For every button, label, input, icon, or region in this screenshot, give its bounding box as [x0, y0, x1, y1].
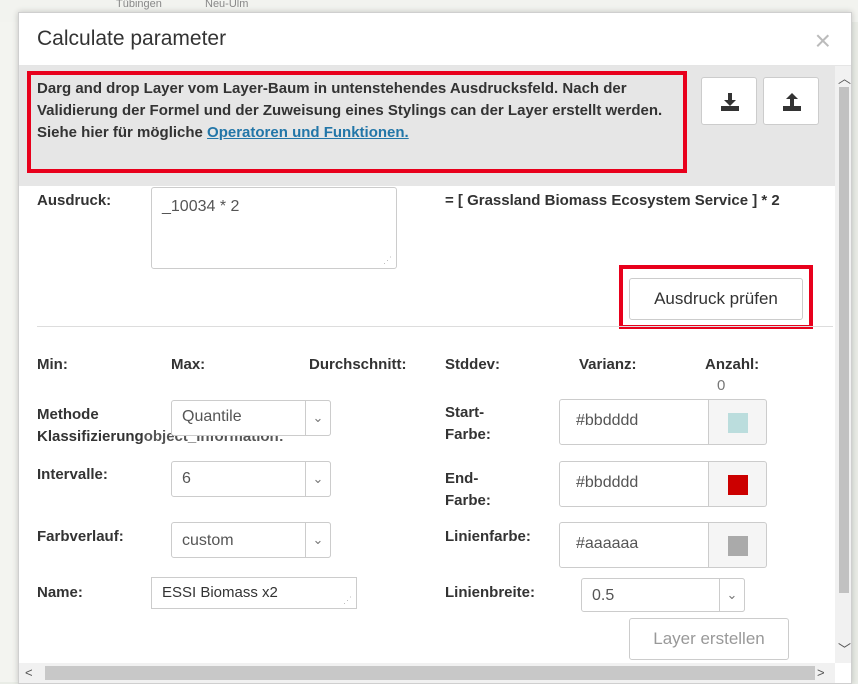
- line-color-label: Linienfarbe:: [445, 528, 531, 545]
- download-icon: [721, 93, 739, 111]
- end-color-label-2: Farbe:: [445, 492, 491, 509]
- end-color-input[interactable]: #bbdddd: [559, 461, 709, 507]
- chevron-down-icon[interactable]: ⌄: [719, 578, 745, 612]
- resize-handle[interactable]: ⋰: [383, 255, 392, 266]
- count-value: 0: [717, 377, 726, 394]
- min-label: Min:: [37, 356, 68, 373]
- method-label-2: Klassifizierung: [37, 428, 144, 445]
- average-label: Durchschnitt:: [309, 356, 407, 373]
- download-button[interactable]: [701, 77, 757, 125]
- dialog-title: Calculate parameter: [37, 27, 227, 50]
- horizontal-scrollbar-thumb[interactable]: [45, 666, 815, 680]
- end-color-swatch: [728, 475, 748, 495]
- chevron-down-icon[interactable]: ⌄: [305, 522, 331, 558]
- start-color-value: #bbdddd: [576, 412, 639, 429]
- expression-input[interactable]: _10034 * 2 ⋰: [151, 187, 397, 269]
- scroll-right-icon[interactable]: >: [817, 665, 825, 680]
- vertical-scrollbar-thumb[interactable]: [839, 87, 849, 593]
- stddev-label: Stddev:: [445, 356, 501, 373]
- end-color-picker[interactable]: [709, 461, 767, 507]
- start-color-swatch: [728, 413, 748, 433]
- start-color-label: Start-: [445, 404, 485, 421]
- line-width-select[interactable]: 0.5 ⌄: [581, 578, 745, 612]
- start-color-label-2: Farbe:: [445, 426, 491, 443]
- name-label: Name:: [37, 584, 83, 601]
- highlight-box-check: [619, 265, 813, 329]
- scroll-down-icon[interactable]: ﹀: [838, 639, 851, 658]
- highlight-box-info: [27, 71, 687, 173]
- max-label: Max:: [171, 356, 206, 373]
- name-value: ESSI Biomass x2: [162, 584, 278, 601]
- line-color-value: #aaaaaa: [576, 535, 639, 552]
- method-value: Quantile: [182, 408, 242, 425]
- expression-value: _10034 * 2: [162, 198, 240, 215]
- scroll-up-icon[interactable]: ︿: [838, 68, 851, 87]
- gradient-label: Farbverlauf:: [37, 528, 124, 545]
- map-label: Neu-Ulm: [205, 0, 249, 10]
- start-color-input[interactable]: #bbdddd: [559, 399, 709, 445]
- resize-handle[interactable]: ⋰: [343, 595, 352, 606]
- line-width-label: Linienbreite:: [445, 584, 536, 601]
- scroll-left-icon[interactable]: <: [25, 665, 33, 680]
- gradient-select[interactable]: custom ⌄: [171, 522, 331, 558]
- divider: [37, 326, 833, 327]
- expression-label: Ausdruck:: [37, 192, 112, 209]
- start-color-picker[interactable]: [709, 399, 767, 445]
- chevron-down-icon[interactable]: ⌄: [305, 461, 331, 497]
- intervals-value: 6: [182, 470, 191, 487]
- method-select[interactable]: Quantile ⌄: [171, 400, 331, 436]
- map-label: Tübingen: [116, 0, 162, 10]
- close-icon[interactable]: ×: [815, 25, 831, 57]
- line-color-swatch: [728, 536, 748, 556]
- upload-icon: [783, 93, 801, 111]
- gradient-value: custom: [182, 532, 234, 549]
- line-color-input[interactable]: #aaaaaa: [559, 522, 709, 568]
- calculate-parameter-dialog: Calculate parameter × Darg and drop Laye…: [18, 12, 852, 684]
- dialog-titlebar: Calculate parameter ×: [19, 13, 851, 66]
- end-color-label: End-: [445, 470, 479, 487]
- method-label: Methode: [37, 406, 99, 423]
- intervals-select[interactable]: 6 ⌄: [171, 461, 331, 497]
- end-color-value: #bbdddd: [576, 474, 639, 491]
- expression-result: = [ Grassland Biomass Ecosystem Service …: [445, 192, 780, 209]
- upload-button[interactable]: [763, 77, 819, 125]
- name-input[interactable]: ESSI Biomass x2 ⋰: [151, 577, 357, 609]
- intervals-label: Intervalle:: [37, 466, 108, 483]
- count-label: Anzahl:: [705, 356, 760, 373]
- create-layer-button[interactable]: Layer erstellen: [629, 618, 789, 660]
- map-background-side: [0, 22, 20, 682]
- variance-label: Varianz:: [579, 356, 637, 373]
- chevron-down-icon[interactable]: ⌄: [305, 400, 331, 436]
- line-width-value: 0.5: [592, 587, 615, 604]
- line-color-picker[interactable]: [709, 522, 767, 568]
